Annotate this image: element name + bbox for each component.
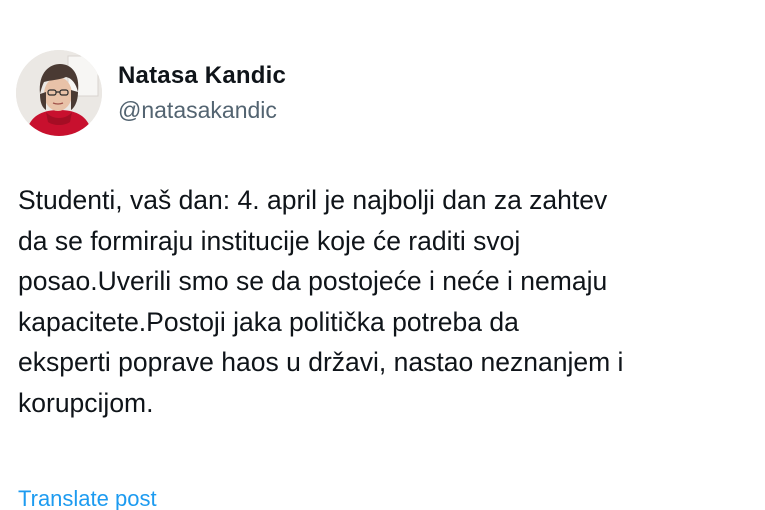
display-name[interactable]: Natasa Kandic — [118, 61, 286, 91]
author-names: Natasa Kandic @natasakandic — [118, 61, 286, 125]
post-card: Natasa Kandic @natasakandic Studenti, va… — [0, 0, 765, 510]
post-header: Natasa Kandic @natasakandic — [16, 48, 286, 138]
avatar[interactable] — [16, 50, 102, 136]
post-text: Studenti, vaš dan: 4. april je najbolji … — [18, 185, 624, 418]
user-handle[interactable]: @natasakandic — [118, 95, 286, 125]
translate-post-link[interactable]: Translate post — [18, 484, 157, 510]
profile-photo-icon — [16, 50, 102, 136]
